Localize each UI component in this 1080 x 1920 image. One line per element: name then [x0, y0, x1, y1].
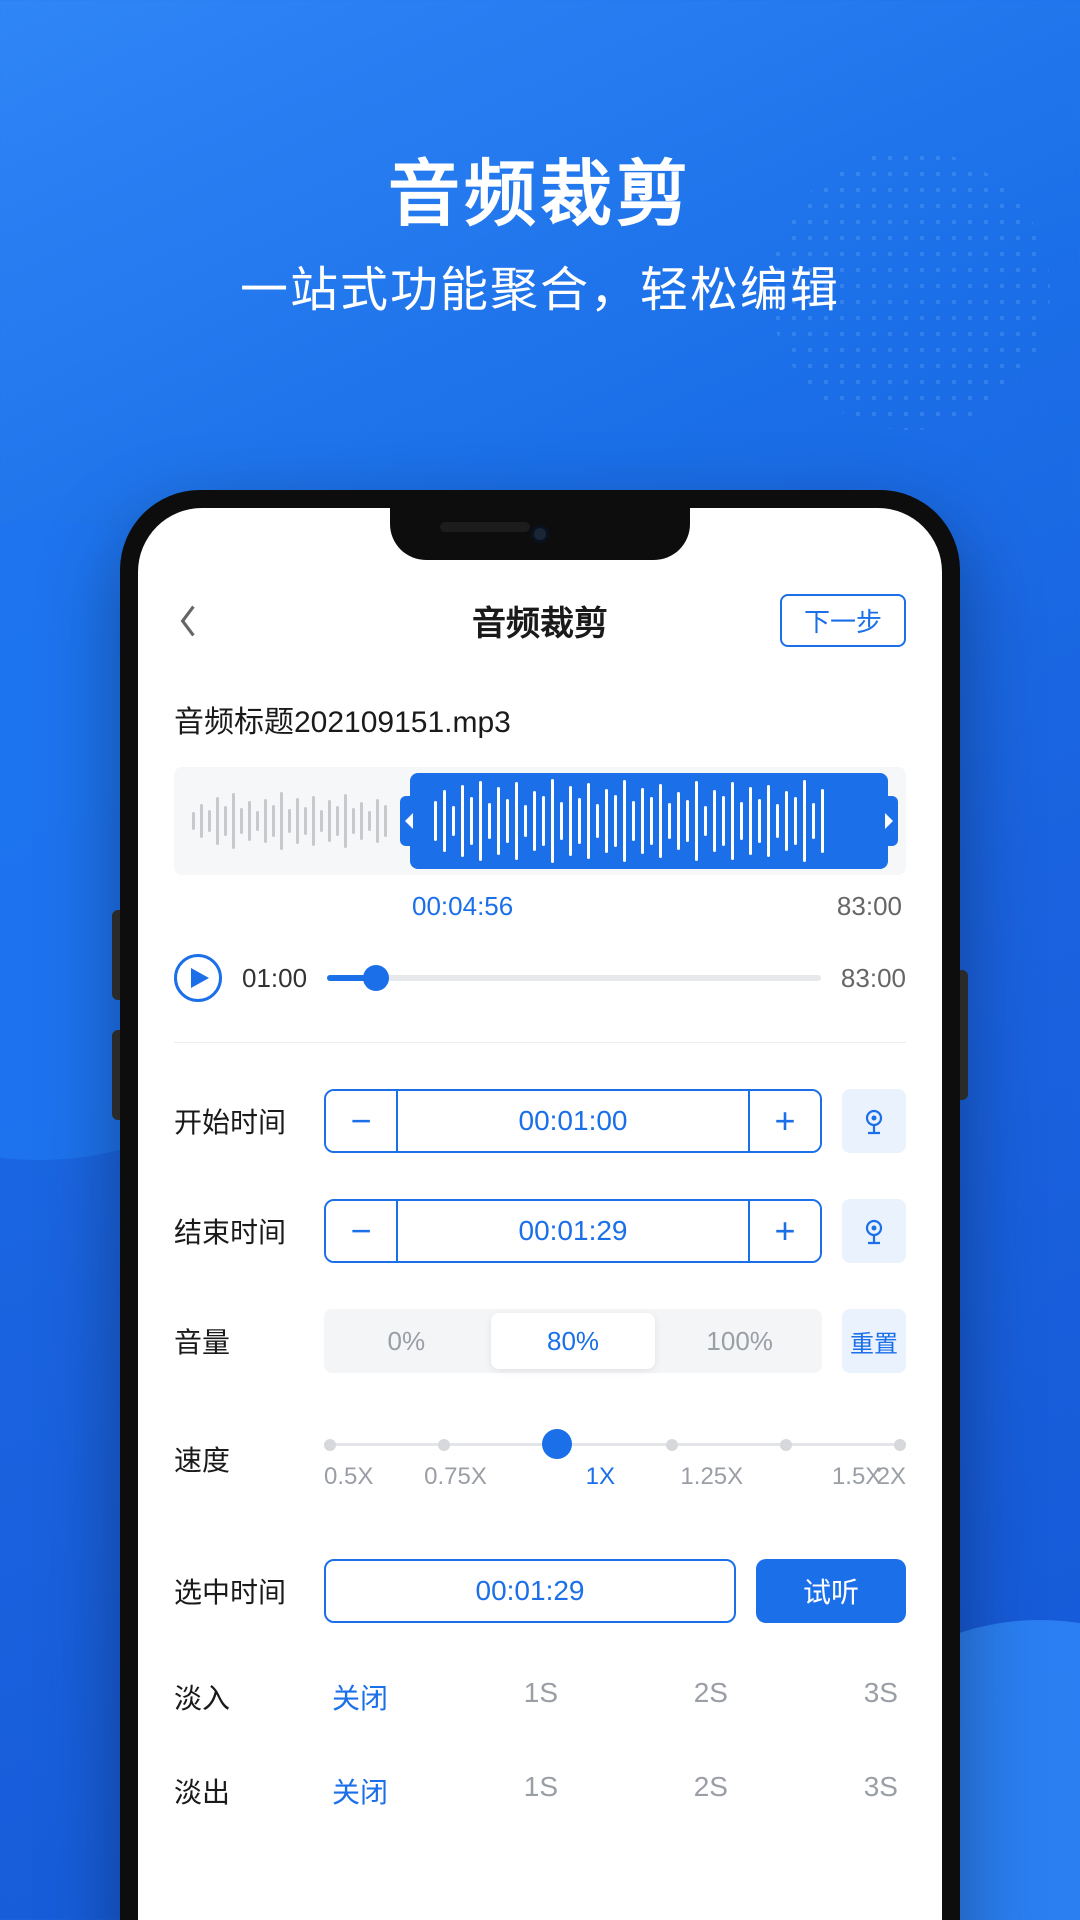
fade-out-label: 淡出 [174, 1771, 304, 1811]
selected-time-value: 00:01:29 [324, 1559, 736, 1623]
start-time-stepper: − 00:01:00 + [324, 1089, 822, 1153]
phone-volume-up [112, 910, 120, 1000]
volume-reset-button[interactable]: 重置 [842, 1309, 906, 1373]
fadein-option[interactable]: 2S [694, 1677, 728, 1717]
fade-in-options: 关闭 1S 2S 3S [324, 1677, 906, 1717]
waveform[interactable] [174, 767, 906, 875]
phone-camera [531, 525, 549, 543]
player-current-time: 01:00 [242, 963, 307, 994]
player-row: 01:00 83:00 [174, 954, 906, 1043]
fade-out-row: 淡出 关闭 1S 2S 3S [174, 1771, 906, 1811]
speed-option-label: 1.5X [832, 1463, 881, 1491]
speed-option-label: 2X [877, 1463, 906, 1491]
phone-screen-bezel: 音频裁剪 下一步 音频标题202109151.mp3 00:04:56 83:0… [138, 508, 942, 1920]
volume-segmented[interactable]: 0%80%100% [324, 1309, 822, 1373]
end-time-value[interactable]: 00:01:29 [398, 1201, 748, 1261]
selection-start-time: 00:04:56 [412, 891, 513, 922]
nav-bar: 音频裁剪 下一步 [138, 578, 942, 663]
start-time-label: 开始时间 [174, 1101, 304, 1141]
fade-in-row: 淡入 关闭 1S 2S 3S [174, 1677, 906, 1717]
phone-volume-down [112, 1030, 120, 1120]
end-time-row: 结束时间 − 00:01:29 + [174, 1199, 906, 1263]
selection-handle-right[interactable] [878, 796, 898, 846]
preview-listen-button[interactable]: 试听 [756, 1559, 906, 1623]
speed-label: 速度 [174, 1439, 304, 1479]
fadein-option[interactable]: 3S [864, 1677, 898, 1717]
waveform-unselected [192, 767, 402, 875]
speed-slider-thumb[interactable] [542, 1429, 572, 1459]
volume-label: 音量 [174, 1321, 304, 1361]
speed-row: 速度 0.5X 0.75X 1X 1.25X 1.5X2X [174, 1429, 906, 1489]
waveform-selection[interactable] [410, 773, 888, 869]
speed-option-label: 1.25X [680, 1463, 743, 1491]
start-time-locate-button[interactable] [842, 1089, 906, 1153]
back-button[interactable] [168, 601, 208, 641]
map-pin-icon [858, 1105, 890, 1137]
end-time-minus[interactable]: − [326, 1201, 398, 1261]
map-pin-icon [858, 1215, 890, 1247]
player-progress[interactable] [327, 975, 821, 981]
start-time-value[interactable]: 00:01:00 [398, 1091, 748, 1151]
selection-handle-left[interactable] [400, 796, 420, 846]
app-screen: 音频裁剪 下一步 音频标题202109151.mp3 00:04:56 83:0… [138, 508, 942, 1920]
phone-power-button [960, 970, 968, 1100]
page-title: 音频裁剪 [472, 596, 608, 645]
phone-notch [390, 508, 690, 560]
play-icon [191, 968, 209, 988]
fade-out-options: 关闭 1S 2S 3S [324, 1771, 906, 1811]
phone-speaker [440, 522, 530, 532]
speed-option-label: 1X [586, 1463, 615, 1491]
hero-title: 音频裁剪 [0, 135, 1080, 240]
selected-time-label: 选中时间 [174, 1571, 304, 1611]
end-time-label: 结束时间 [174, 1211, 304, 1251]
hero-subtitle: 一站式功能聚合，轻松编辑 [0, 250, 1080, 320]
fadeout-option[interactable]: 关闭 [332, 1771, 388, 1811]
waveform-total-time: 83:00 [837, 891, 902, 922]
speed-option-label: 0.75X [424, 1463, 487, 1491]
fade-in-label: 淡入 [174, 1677, 304, 1717]
waveform-times: 00:04:56 83:00 [174, 891, 906, 922]
play-button[interactable] [174, 954, 222, 1002]
volume-option[interactable]: 80% [491, 1313, 656, 1369]
player-end-time: 83:00 [841, 963, 906, 994]
start-time-row: 开始时间 − 00:01:00 + [174, 1089, 906, 1153]
start-time-plus[interactable]: + [748, 1091, 820, 1151]
start-time-minus[interactable]: − [326, 1091, 398, 1151]
next-step-button[interactable]: 下一步 [780, 594, 906, 647]
end-time-locate-button[interactable] [842, 1199, 906, 1263]
fadeout-option[interactable]: 3S [864, 1771, 898, 1811]
speed-slider[interactable]: 0.5X 0.75X 1X 1.25X 1.5X2X [324, 1429, 906, 1489]
phone-frame: 音频裁剪 下一步 音频标题202109151.mp3 00:04:56 83:0… [120, 490, 960, 1920]
volume-row: 音量 0%80%100% 重置 [174, 1309, 906, 1373]
selected-time-row: 选中时间 00:01:29 试听 [174, 1559, 906, 1623]
fadein-option[interactable]: 关闭 [332, 1677, 388, 1717]
volume-option[interactable]: 0% [324, 1326, 489, 1357]
chevron-left-icon [177, 603, 199, 639]
fadeout-option[interactable]: 1S [524, 1771, 558, 1811]
fadeout-option[interactable]: 2S [694, 1771, 728, 1811]
player-progress-thumb[interactable] [363, 965, 389, 991]
file-name: 音频标题202109151.mp3 [174, 697, 906, 741]
end-time-stepper: − 00:01:29 + [324, 1199, 822, 1263]
end-time-plus[interactable]: + [748, 1201, 820, 1261]
speed-option-label: 0.5X [324, 1463, 373, 1491]
volume-option[interactable]: 100% [657, 1326, 822, 1357]
fadein-option[interactable]: 1S [524, 1677, 558, 1717]
